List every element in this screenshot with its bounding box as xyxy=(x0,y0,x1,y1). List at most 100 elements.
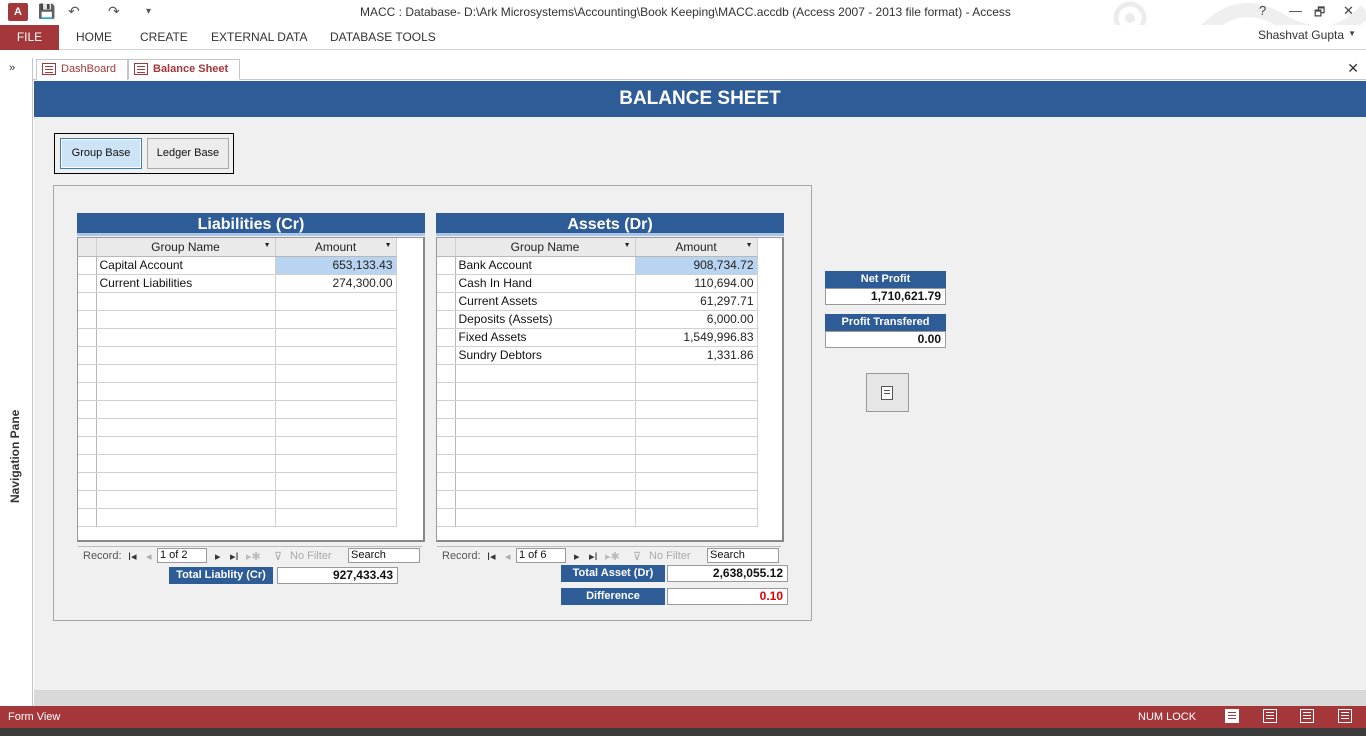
total-asset-label: Total Asset (Dr) xyxy=(561,565,665,582)
next-record-icon[interactable]: ▸ xyxy=(215,550,221,563)
record-selector[interactable] xyxy=(437,328,456,347)
amount-cell[interactable]: 61,297.71 xyxy=(635,292,758,311)
amount-cell[interactable]: 1,331.86 xyxy=(635,346,758,365)
amount-cell[interactable]: 908,734.72 xyxy=(635,256,758,275)
tab-dashboard[interactable]: DashBoard xyxy=(36,59,128,80)
tab-file[interactable]: FILE xyxy=(0,25,59,50)
record-selector[interactable] xyxy=(437,346,456,365)
no-filter-label[interactable]: No Filter xyxy=(649,550,691,562)
select-all-cell[interactable] xyxy=(437,238,456,257)
expand-nav-icon[interactable]: » xyxy=(9,62,15,74)
undo-icon[interactable]: ↶ xyxy=(68,3,80,20)
record-selector[interactable] xyxy=(437,274,456,293)
form-view-icon[interactable] xyxy=(1225,709,1239,723)
column-header-group-name[interactable]: Group Name ▼ xyxy=(455,238,636,257)
select-all-cell[interactable] xyxy=(78,238,97,257)
group-name-cell[interactable]: Bank Account xyxy=(455,256,636,275)
record-selector[interactable] xyxy=(437,292,456,311)
record-position-input[interactable]: 1 of 2 xyxy=(157,548,207,563)
total-liability-value[interactable]: 927,433.43 xyxy=(277,567,398,584)
group-name-cell[interactable]: Capital Account xyxy=(96,256,276,275)
table-row[interactable]: Current Liabilities 274,300.00 xyxy=(78,274,397,293)
access-app-icon[interactable]: A xyxy=(8,3,28,21)
navigation-pane-label[interactable]: Navigation Pane xyxy=(8,410,22,503)
dropdown-arrow-icon[interactable]: ▼ xyxy=(385,242,392,249)
dropdown-arrow-icon[interactable]: ▼ xyxy=(746,242,753,249)
table-row[interactable]: Cash In Hand 110,694.00 xyxy=(437,274,758,293)
transfer-profit-button[interactable] xyxy=(866,373,909,412)
chevron-down-icon[interactable]: ▼ xyxy=(1348,29,1356,38)
table-row[interactable]: Sundry Debtors 1,331.86 xyxy=(437,346,758,365)
record-selector[interactable] xyxy=(78,274,97,293)
record-position-input[interactable]: 1 of 6 xyxy=(516,548,566,563)
column-header-amount[interactable]: Amount ▼ xyxy=(635,238,758,257)
empty-row xyxy=(78,328,397,347)
table-row[interactable]: Capital Account 653,133.43 xyxy=(78,256,397,275)
datasheet-view-icon[interactable] xyxy=(1263,709,1277,723)
group-name-cell[interactable]: Deposits (Assets) xyxy=(455,310,636,329)
amount-cell[interactable]: 110,694.00 xyxy=(635,274,758,293)
table-row[interactable]: Deposits (Assets) 6,000.00 xyxy=(437,310,758,329)
last-record-icon[interactable]: ▸I xyxy=(230,550,239,563)
dropdown-arrow-icon[interactable]: ▼ xyxy=(624,242,631,249)
customize-qat-icon[interactable]: ▾ xyxy=(146,6,151,17)
search-input[interactable]: Search xyxy=(348,548,420,563)
tab-balance-sheet[interactable]: Balance Sheet xyxy=(128,59,240,80)
group-name-cell[interactable]: Sundry Debtors xyxy=(455,346,636,365)
amount-cell[interactable]: 6,000.00 xyxy=(635,310,758,329)
design-view-icon[interactable] xyxy=(1338,709,1352,723)
net-profit-value[interactable]: 1,710,621.79 xyxy=(825,288,946,305)
group-name-cell[interactable]: Current Assets xyxy=(455,292,636,311)
group-name-cell[interactable]: Cash In Hand xyxy=(455,274,636,293)
group-name-cell[interactable]: Current Liabilities xyxy=(96,274,276,293)
column-header-group-name[interactable]: Group Name ▼ xyxy=(96,238,276,257)
table-row[interactable]: Bank Account 908,734.72 xyxy=(437,256,758,275)
empty-row xyxy=(78,310,397,329)
dropdown-arrow-icon[interactable]: ▼ xyxy=(264,242,271,249)
help-button[interactable]: ? xyxy=(1259,3,1266,18)
close-window-button[interactable]: ✕ xyxy=(1343,3,1354,19)
ledger-base-button[interactable]: Ledger Base xyxy=(147,138,229,169)
prev-record-icon[interactable]: ◂ xyxy=(505,550,511,563)
profit-transfered-value[interactable]: 0.00 xyxy=(825,331,946,348)
prev-record-icon[interactable]: ◂ xyxy=(146,550,152,563)
tab-home[interactable]: HOME xyxy=(68,25,120,50)
user-name[interactable]: Shashvat Gupta xyxy=(1258,28,1344,42)
new-record-icon[interactable]: ▸✱ xyxy=(605,550,620,563)
difference-value[interactable]: 0.10 xyxy=(667,588,788,605)
group-name-cell[interactable]: Fixed Assets xyxy=(455,328,636,347)
minimize-button[interactable]: — xyxy=(1289,3,1302,18)
next-record-icon[interactable]: ▸ xyxy=(574,550,580,563)
tab-external-data[interactable]: EXTERNAL DATA xyxy=(203,25,315,50)
table-row[interactable]: Fixed Assets 1,549,996.83 xyxy=(437,328,758,347)
filter-icon[interactable]: ⊽ xyxy=(633,550,641,563)
last-record-icon[interactable]: ▸I xyxy=(589,550,598,563)
record-selector[interactable] xyxy=(437,256,456,275)
redo-icon[interactable]: ↷ xyxy=(108,3,120,20)
amount-cell[interactable]: 653,133.43 xyxy=(275,256,397,275)
column-header-amount[interactable]: Amount ▼ xyxy=(275,238,397,257)
first-record-icon[interactable]: I◂ xyxy=(487,550,496,563)
document-icon xyxy=(881,386,893,400)
new-record-icon[interactable]: ▸✱ xyxy=(246,550,261,563)
navigation-pane[interactable]: » Navigation Pane xyxy=(0,58,33,706)
table-row[interactable]: Current Assets 61,297.71 xyxy=(437,292,758,311)
group-base-button[interactable]: Group Base xyxy=(60,138,142,169)
amount-cell[interactable]: 274,300.00 xyxy=(275,274,397,293)
amount-cell[interactable]: 1,549,996.83 xyxy=(635,328,758,347)
record-selector[interactable] xyxy=(78,256,97,275)
tab-balance-sheet-label: Balance Sheet xyxy=(153,63,229,75)
first-record-icon[interactable]: I◂ xyxy=(128,550,137,563)
close-document-icon[interactable]: ✕ xyxy=(1347,60,1359,77)
tab-database-tools[interactable]: DATABASE TOOLS xyxy=(322,25,444,50)
save-icon[interactable]: 💾 xyxy=(38,3,55,20)
difference-label: Difference xyxy=(561,588,665,605)
restore-button[interactable]: 🗗 xyxy=(1314,3,1325,24)
record-selector[interactable] xyxy=(437,310,456,329)
total-asset-value[interactable]: 2,638,055.12 xyxy=(667,565,788,582)
no-filter-label[interactable]: No Filter xyxy=(290,550,332,562)
tab-create[interactable]: CREATE xyxy=(132,25,196,50)
layout-view-icon[interactable] xyxy=(1300,709,1314,723)
search-input[interactable]: Search xyxy=(707,548,779,563)
filter-icon[interactable]: ⊽ xyxy=(274,550,282,563)
